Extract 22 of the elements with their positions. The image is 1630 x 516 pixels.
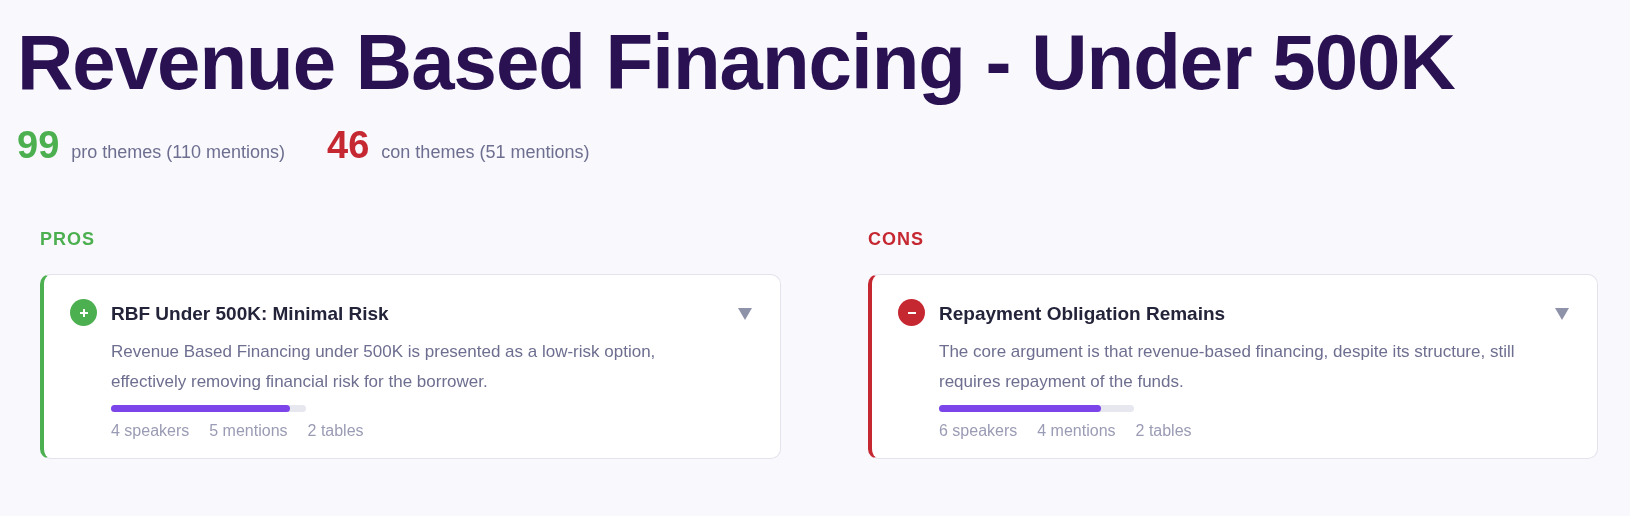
section-heading: CONS xyxy=(868,229,925,250)
plus-icon xyxy=(78,307,89,318)
card-title: RBF Under 500K: Minimal Risk xyxy=(111,303,389,325)
theme-label: con themes (51 mentions) xyxy=(381,142,590,163)
section-heading: PROS xyxy=(40,229,96,250)
theme-count: 99 xyxy=(17,124,60,167)
caret-icon[interactable] xyxy=(738,308,752,320)
caret-icon[interactable] xyxy=(1555,308,1569,320)
card-description: The core argument is that revenue-based financing, despite its structure, still requires repayment of the funds. xyxy=(939,341,1516,393)
card-meta: 6 speakers xyxy=(939,422,1018,440)
card-meta: 2 tables xyxy=(1135,422,1192,440)
card-meta: 5 mentions xyxy=(209,422,288,440)
theme-card[interactable]: Repayment Obligation Remains The core argument is that revenue-based financing, despite its structure, still requires repayment of the funds. 6 speakers 4 mentions 2 tables xyxy=(868,274,1598,459)
card-description: Revenue Based Financing under 500K is presented as a low-risk option, effectively removing financial risk for the borrower. xyxy=(111,341,657,393)
card-meta: 4 speakers xyxy=(111,422,190,440)
theme-card[interactable]: RBF Under 500K: Minimal Risk Revenue Based Financing under 500K is presented as a low-risk option, effectively removing financial risk for the borrower. 4 speakers 5 mentions 2 tables xyxy=(40,274,781,459)
card-title: Repayment Obligation Remains xyxy=(939,303,1226,325)
theme-count: 46 xyxy=(327,124,370,167)
card-meta: 2 tables xyxy=(307,422,364,440)
page-title: Revenue Based Financing - Under 500K xyxy=(17,17,1456,108)
theme-label: pro themes (110 mentions) xyxy=(71,142,286,163)
card-meta: 4 mentions xyxy=(1037,422,1116,440)
